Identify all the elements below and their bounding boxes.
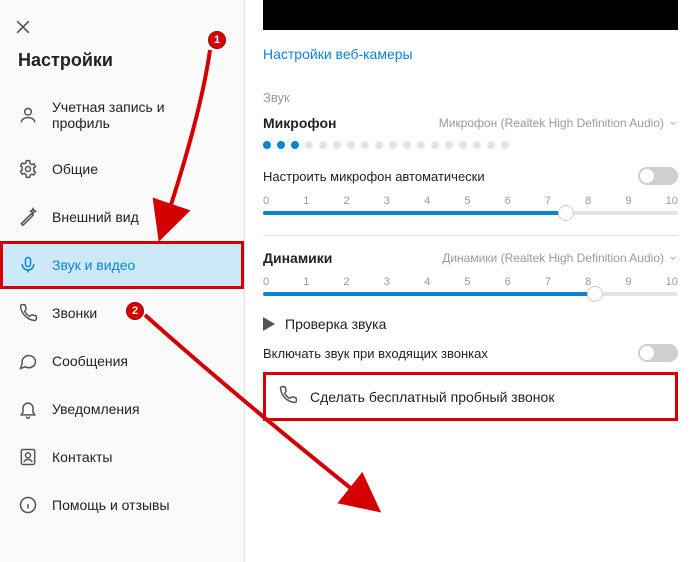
close-icon[interactable] — [8, 12, 38, 42]
ring-on-call-toggle[interactable] — [638, 344, 678, 362]
sidebar-item-general[interactable]: Общие — [0, 145, 244, 193]
sidebar-item-label: Внешний вид — [52, 209, 139, 225]
sidebar-item-calling[interactable]: Звонки — [0, 289, 244, 337]
microphone-level-meter — [263, 141, 678, 149]
phone-icon — [278, 385, 298, 408]
info-icon — [18, 495, 38, 515]
sidebar-item-label: Уведомления — [52, 401, 140, 417]
microphone-auto-label: Настроить микрофон автоматически — [263, 169, 485, 184]
speakers-device-label: Динамики (Realtek High Definition Audio) — [442, 251, 664, 265]
contacts-icon — [18, 447, 38, 467]
annotation-marker-1: 1 — [208, 31, 226, 49]
sidebar-item-contacts[interactable]: Контакты — [0, 433, 244, 481]
annotation-marker-2: 2 — [126, 302, 144, 320]
test-call-button[interactable]: Сделать бесплатный пробный звонок — [263, 372, 678, 421]
gear-icon — [18, 159, 38, 179]
divider — [263, 235, 678, 236]
microphone-device-label: Микрофон (Realtek High Definition Audio) — [439, 116, 664, 130]
sound-section-label: Звук — [263, 90, 678, 105]
play-icon — [263, 317, 275, 331]
ring-on-call-label: Включать звук при входящих звонках — [263, 346, 488, 361]
sidebar-item-notifications[interactable]: Уведомления — [0, 385, 244, 433]
microphone-icon — [18, 255, 38, 275]
sidebar-item-account[interactable]: Учетная запись и профиль — [0, 85, 244, 145]
phone-icon — [18, 303, 38, 323]
sidebar-item-label: Учетная запись и профиль — [52, 99, 226, 131]
settings-main: Настройки веб-камеры Звук Микрофон Микро… — [245, 0, 696, 562]
speakers-device-select[interactable]: Динамики (Realtek High Definition Audio) — [442, 251, 678, 265]
settings-title: Настройки — [0, 42, 244, 85]
sidebar-item-label: Звук и видео — [52, 257, 135, 273]
bell-icon — [18, 399, 38, 419]
chevron-down-icon — [668, 253, 678, 263]
sidebar-item-label: Сообщения — [52, 353, 128, 369]
speakers-title: Динамики — [263, 250, 332, 266]
microphone-slider[interactable]: 012345678910 — [263, 195, 678, 215]
sidebar-item-label: Помощь и отзывы — [52, 497, 170, 513]
microphone-title: Микрофон — [263, 115, 336, 131]
test-sound-button[interactable]: Проверка звука — [263, 316, 678, 332]
webcam-settings-link[interactable]: Настройки веб-камеры — [263, 46, 413, 62]
wand-icon — [18, 207, 38, 227]
settings-sidebar: Настройки Учетная запись и профиль Общие… — [0, 0, 245, 562]
chat-icon — [18, 351, 38, 371]
sidebar-item-label: Звонки — [52, 305, 97, 321]
sidebar-item-help[interactable]: Помощь и отзывы — [0, 481, 244, 529]
test-call-label: Сделать бесплатный пробный звонок — [310, 389, 554, 405]
speakers-slider[interactable]: 012345678910 — [263, 276, 678, 296]
microphone-auto-toggle[interactable] — [638, 167, 678, 185]
sidebar-item-appearance[interactable]: Внешний вид — [0, 193, 244, 241]
sidebar-item-label: Общие — [52, 161, 98, 177]
chevron-down-icon — [668, 118, 678, 128]
test-sound-label: Проверка звука — [285, 316, 386, 332]
person-icon — [18, 105, 38, 125]
settings-nav: Учетная запись и профиль Общие Внешний в… — [0, 85, 244, 529]
microphone-device-select[interactable]: Микрофон (Realtek High Definition Audio) — [439, 116, 678, 130]
sidebar-item-audio-video[interactable]: Звук и видео — [0, 241, 244, 289]
webcam-preview — [263, 0, 678, 30]
sidebar-item-label: Контакты — [52, 449, 112, 465]
sidebar-item-messaging[interactable]: Сообщения — [0, 337, 244, 385]
